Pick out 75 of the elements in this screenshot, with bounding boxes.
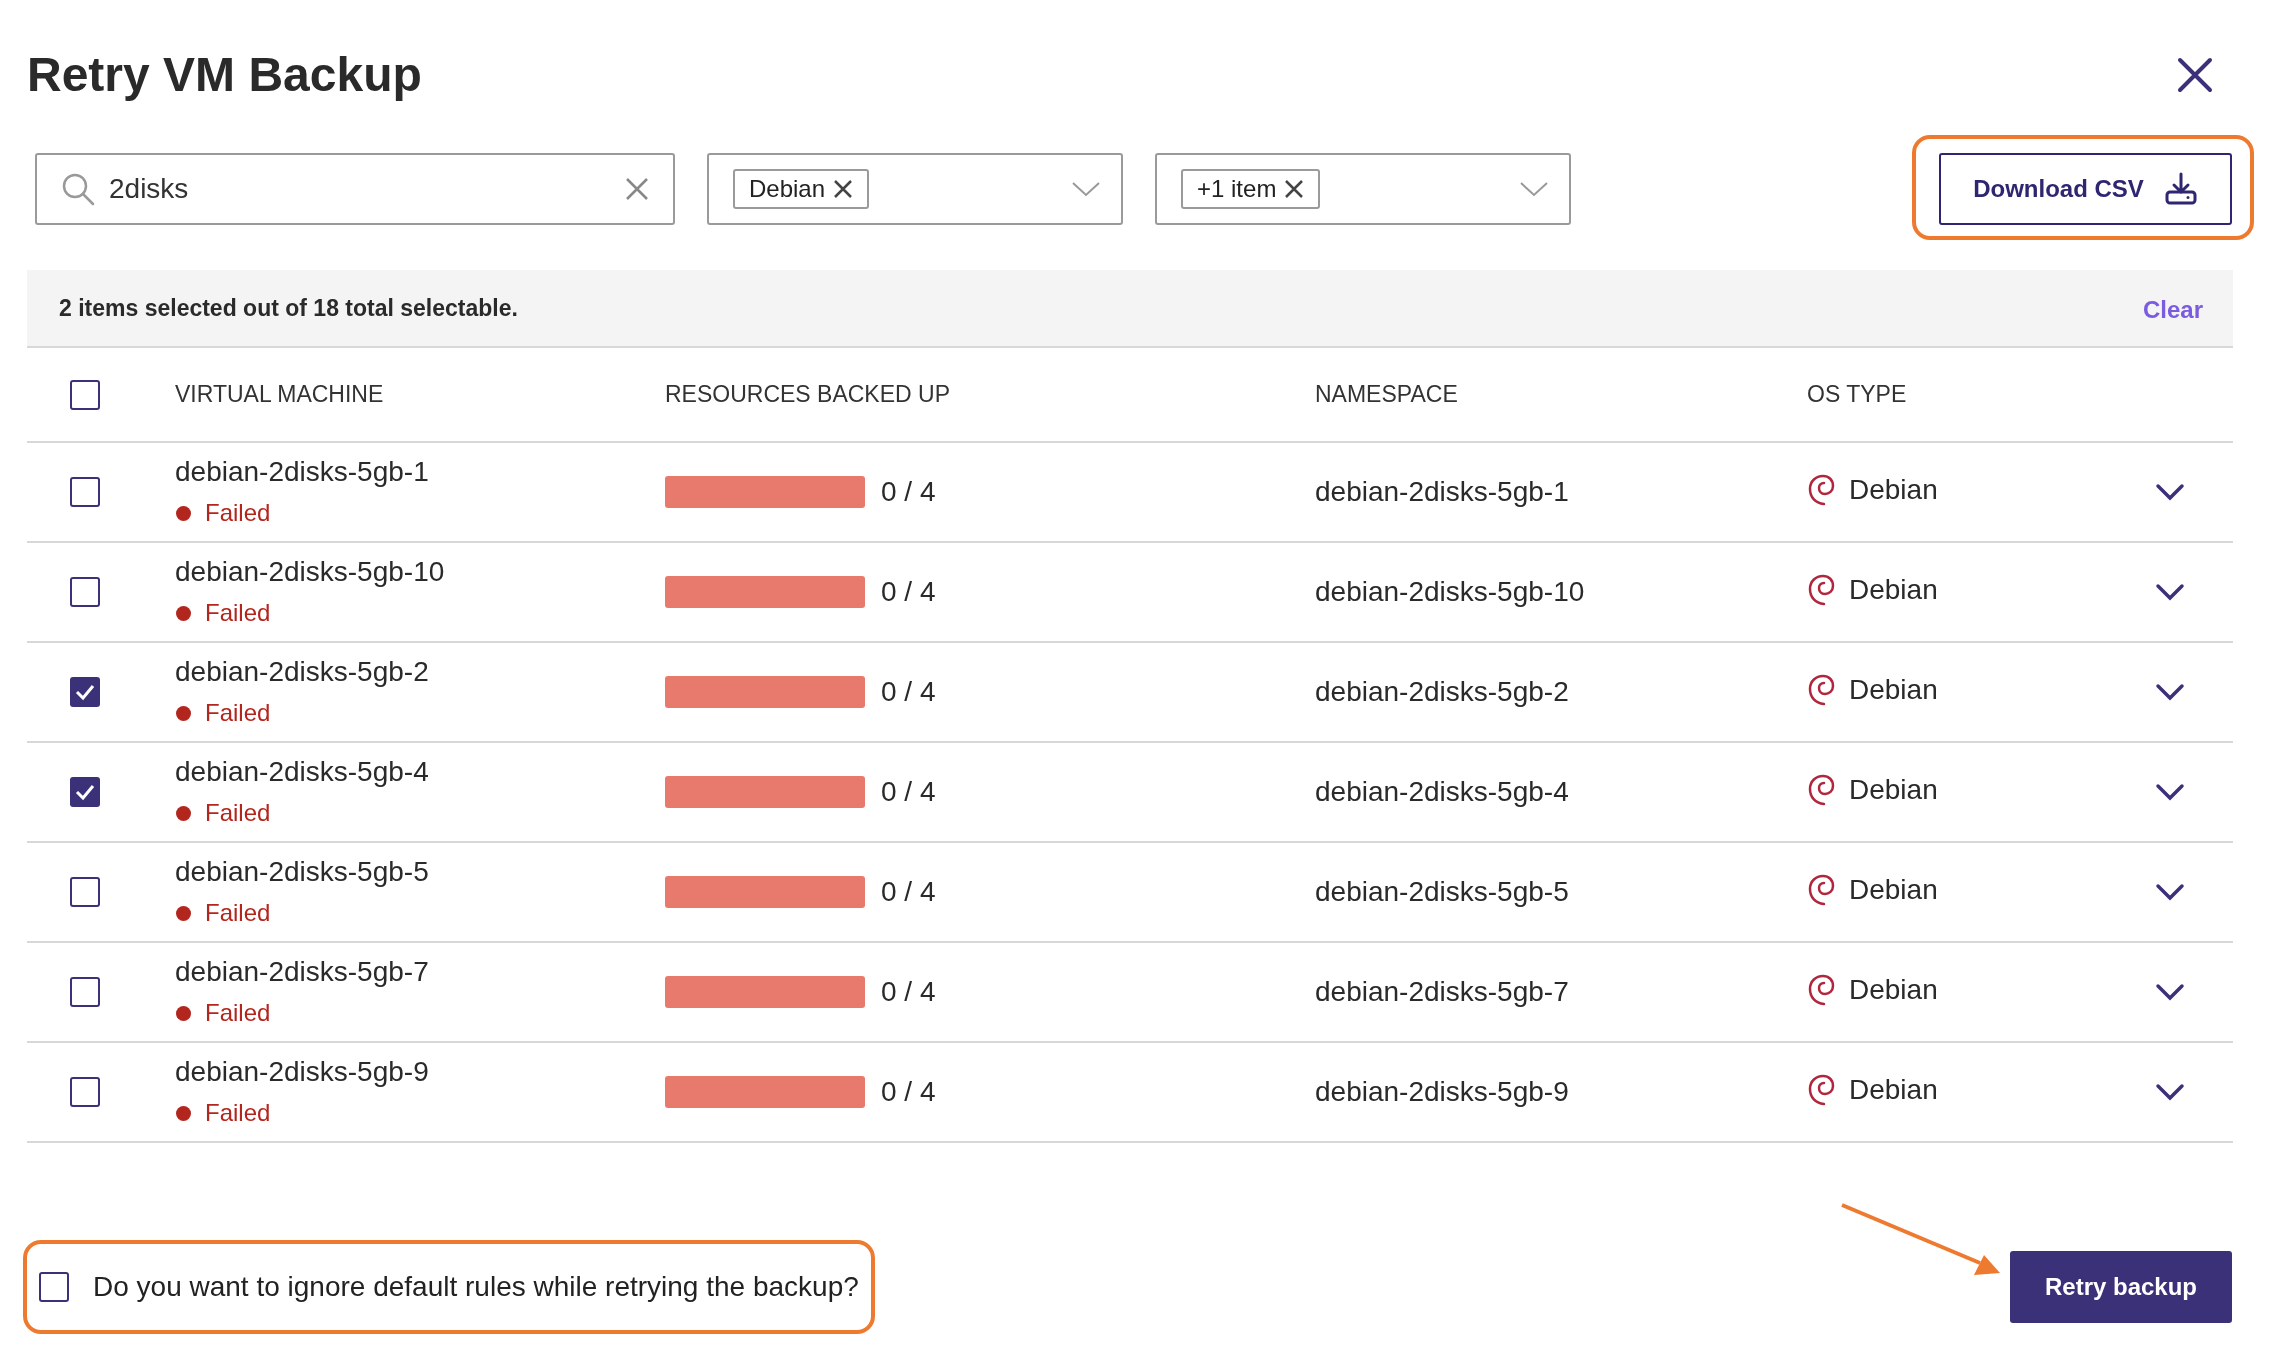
download-icon xyxy=(2163,172,2198,206)
vm-name: debian-2disks-5gb-5 xyxy=(175,855,430,889)
search-input[interactable]: 2disks xyxy=(109,168,611,210)
status-label: Failed xyxy=(205,698,271,728)
dialog-title: Retry VM Backup xyxy=(27,47,422,103)
search-icon xyxy=(61,172,95,206)
status-label: Failed xyxy=(205,1098,271,1128)
namespace-cell-text: debian-2disks-5gb-7 xyxy=(1315,975,1570,1009)
vm-name: debian-2disks-5gb-4 xyxy=(175,755,430,789)
os-type: Debian xyxy=(1849,873,1938,907)
vm-name: debian-2disks-5gb-7 xyxy=(175,955,430,989)
selection-summary: 2 items selected out of 18 total selectable. xyxy=(59,293,518,323)
resource-count: 0 / 4 xyxy=(881,575,936,609)
namespace-cell-text: debian-2disks-5gb-9 xyxy=(1315,1075,1570,1109)
chip-label: Debian xyxy=(749,174,826,204)
namespace-cell-text: debian-2disks-5gb-2 xyxy=(1315,675,1570,709)
vm-name: debian-2disks-5gb-9 xyxy=(175,1055,430,1089)
column-header: VIRTUAL MACHINE xyxy=(175,380,385,410)
swirl-logo-icon xyxy=(1807,773,1835,807)
retry-backup-button[interactable]: Retry backup xyxy=(2010,1251,2232,1323)
namespace-cell-text: debian-2disks-5gb-5 xyxy=(1315,875,1570,909)
os-type: Debian xyxy=(1849,973,1938,1007)
checkbox[interactable] xyxy=(70,1077,100,1107)
os-type: Debian xyxy=(1849,1073,1938,1107)
ignore-rules-label: Do you want to ignore default rules while retrying the backup? xyxy=(93,1270,859,1304)
checkbox[interactable] xyxy=(70,577,100,607)
clear-icon[interactable] xyxy=(625,177,649,201)
resource-count: 0 / 4 xyxy=(881,1075,936,1109)
swirl-logo-icon xyxy=(1807,1073,1835,1107)
column-header: NAMESPACE xyxy=(1315,380,1459,410)
search-field[interactable]: 2disks xyxy=(35,153,675,225)
resource-count: 0 / 4 xyxy=(881,475,936,509)
column-header: OS TYPE xyxy=(1807,380,1908,410)
clear-link[interactable]: Clear xyxy=(2142,292,2203,328)
swirl-logo-icon xyxy=(1807,873,1835,907)
vm-name: debian-2disks-5gb-2 xyxy=(175,655,430,689)
swirl-logo-icon xyxy=(1807,473,1835,507)
resource-count: 0 / 4 xyxy=(881,675,936,709)
resource-count: 0 / 4 xyxy=(881,775,936,809)
chip-label: +1 item xyxy=(1197,174,1277,204)
chevron-down-icon xyxy=(1519,181,1549,197)
checkbox[interactable] xyxy=(70,379,100,410)
remove-icon[interactable] xyxy=(1284,179,1305,199)
status-label: Failed xyxy=(205,598,271,628)
vm-name: debian-2disks-5gb-1 xyxy=(175,455,430,489)
status-label: Failed xyxy=(205,798,271,828)
status-label: Failed xyxy=(205,898,271,928)
status-label: Failed xyxy=(205,498,271,528)
os-type: Debian xyxy=(1849,573,1938,607)
swirl-logo-icon xyxy=(1807,573,1835,607)
status-label: Failed xyxy=(205,998,271,1028)
os-type: Debian xyxy=(1849,673,1938,707)
checkbox[interactable] xyxy=(70,877,100,907)
checkbox[interactable] xyxy=(70,777,100,807)
vm-name: debian-2disks-5gb-10 xyxy=(175,555,446,589)
close-icon[interactable] xyxy=(2175,55,2215,95)
remove-icon[interactable] xyxy=(833,179,854,199)
filter-dropdown[interactable]: +1 item xyxy=(1155,153,1571,225)
checkbox[interactable] xyxy=(70,477,100,507)
resource-count: 0 / 4 xyxy=(881,975,936,1009)
checkbox[interactable] xyxy=(70,677,100,707)
column-header: RESOURCES BACKED UP xyxy=(665,380,951,410)
checkbox[interactable] xyxy=(39,1272,69,1302)
swirl-logo-icon xyxy=(1807,673,1835,707)
namespace-cell-text: debian-2disks-5gb-1 xyxy=(1315,475,1570,509)
namespace-cell-text: debian-2disks-5gb-4 xyxy=(1315,775,1570,809)
download-csv-button[interactable]: Download CSV xyxy=(1939,153,2232,225)
os-type: Debian xyxy=(1849,773,1938,807)
resource-count: 0 / 4 xyxy=(881,875,936,909)
swirl-logo-icon xyxy=(1807,973,1835,1007)
chevron-down-icon xyxy=(1071,181,1101,197)
filter-dropdown[interactable]: Debian xyxy=(707,153,1123,225)
checkbox[interactable] xyxy=(70,977,100,1007)
namespace-cell-text: debian-2disks-5gb-10 xyxy=(1315,575,1586,609)
os-type: Debian xyxy=(1849,473,1938,507)
